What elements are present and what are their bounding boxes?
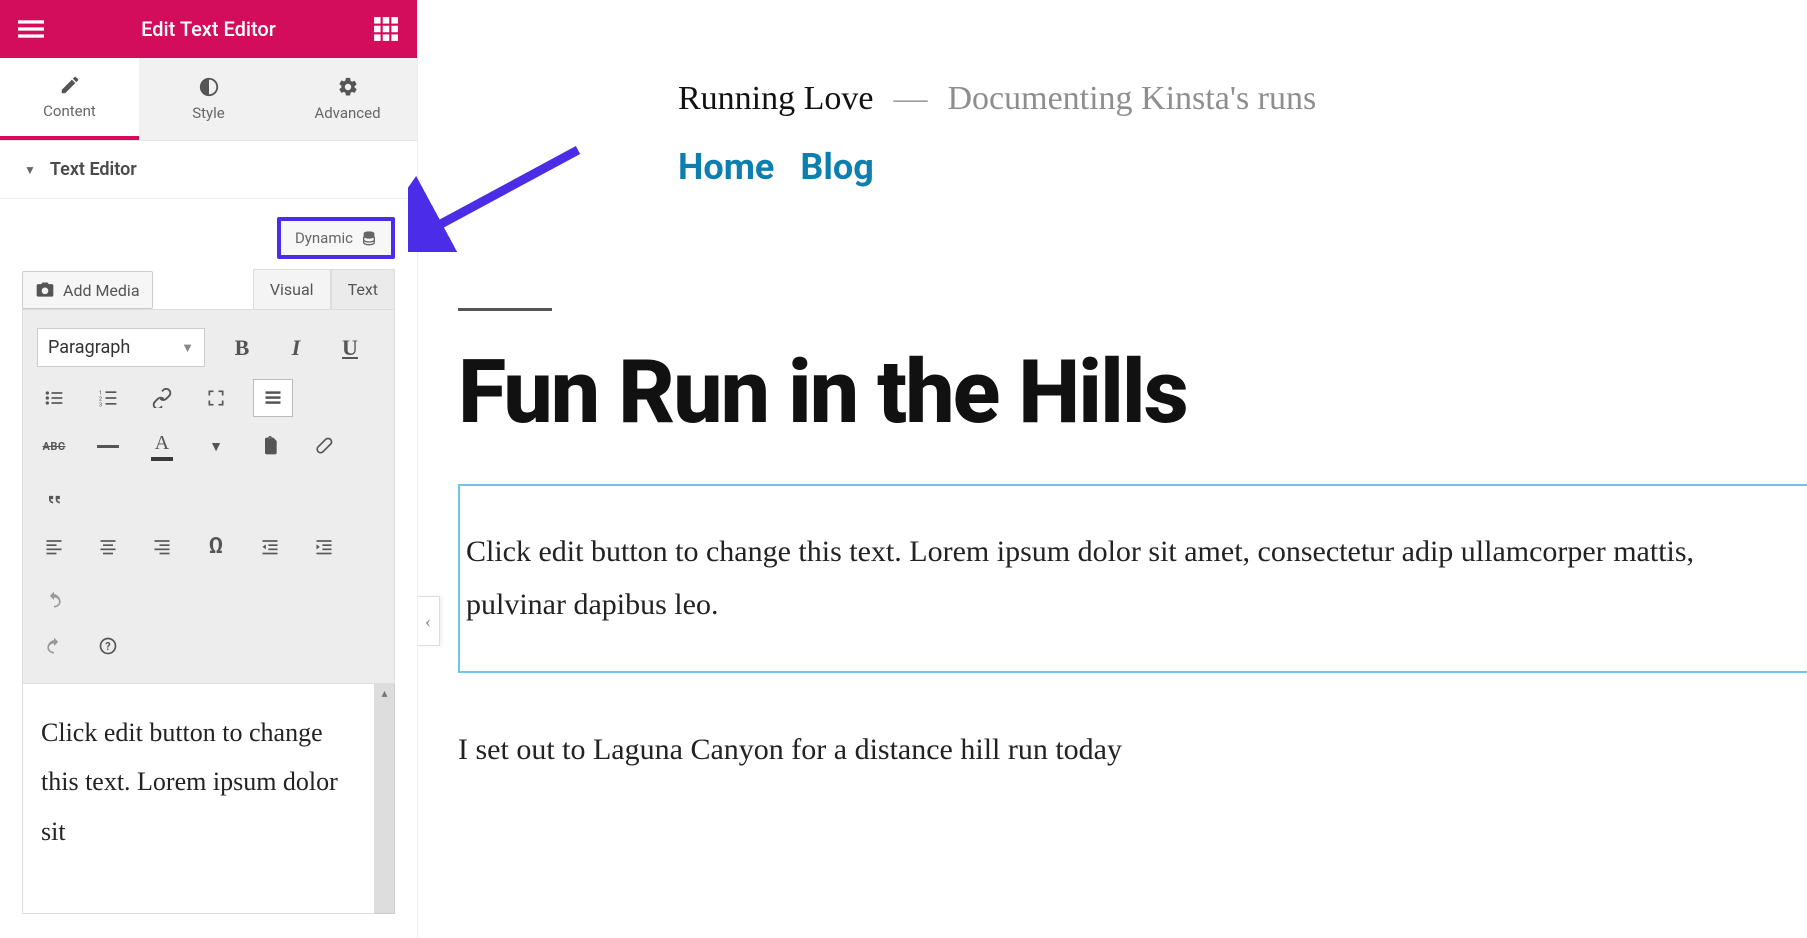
editor-tabs: Content Style Advanced bbox=[0, 58, 417, 141]
tab-content[interactable]: Content bbox=[0, 58, 139, 140]
align-center-button[interactable] bbox=[91, 529, 125, 563]
bulleted-list-button[interactable] bbox=[37, 381, 71, 415]
blockquote-button[interactable] bbox=[37, 483, 71, 517]
redo-button[interactable] bbox=[37, 629, 71, 663]
site-tagline: Documenting Kinsta's runs bbox=[947, 80, 1316, 118]
text-color-button[interactable]: A bbox=[145, 429, 179, 463]
post-paragraph: I set out to Laguna Canyon for a distanc… bbox=[458, 733, 1807, 767]
tab-style[interactable]: Style bbox=[139, 58, 278, 140]
sidebar-header: Edit Text Editor bbox=[0, 0, 417, 58]
format-select[interactable]: Paragraph ▼ bbox=[37, 328, 205, 367]
undo-button[interactable] bbox=[37, 583, 71, 617]
tab-advanced-label: Advanced bbox=[314, 104, 380, 122]
align-right-button[interactable] bbox=[145, 529, 179, 563]
bold-button[interactable]: B bbox=[225, 331, 259, 365]
underline-button[interactable]: U bbox=[333, 331, 367, 365]
format-select-label: Paragraph bbox=[48, 337, 130, 358]
add-media-label: Add Media bbox=[63, 281, 140, 300]
sidebar-title: Edit Text Editor bbox=[44, 17, 373, 41]
toolbar-toggle-button[interactable] bbox=[253, 379, 293, 417]
tab-style-label: Style bbox=[192, 104, 225, 122]
svg-text:3: 3 bbox=[99, 402, 102, 408]
gear-icon bbox=[337, 76, 359, 98]
indent-button[interactable] bbox=[307, 529, 341, 563]
caret-down-icon: ▼ bbox=[24, 163, 36, 177]
numbered-list-button[interactable]: 123 bbox=[91, 381, 125, 415]
tab-advanced[interactable]: Advanced bbox=[278, 58, 417, 140]
visual-text-tabs: Visual Text bbox=[253, 269, 395, 309]
italic-button[interactable]: I bbox=[279, 331, 313, 365]
align-left-button[interactable] bbox=[37, 529, 71, 563]
section-text-editor[interactable]: ▼ Text Editor bbox=[0, 141, 417, 199]
paste-button[interactable] bbox=[253, 429, 287, 463]
fullscreen-button[interactable] bbox=[199, 381, 233, 415]
selected-text-block[interactable]: Click edit button to change this text. L… bbox=[458, 484, 1807, 673]
link-button[interactable] bbox=[145, 381, 179, 415]
menu-icon[interactable] bbox=[18, 16, 44, 42]
add-media-button[interactable]: Add Media bbox=[22, 271, 153, 309]
section-title-label: Text Editor bbox=[50, 159, 137, 180]
site-nav: Home Blog bbox=[678, 146, 1807, 188]
strikethrough-button[interactable]: ABC bbox=[37, 429, 71, 463]
camera-music-icon bbox=[35, 280, 55, 300]
editor-textarea[interactable]: Click edit button to change this text. L… bbox=[22, 684, 375, 914]
outdent-button[interactable] bbox=[253, 529, 287, 563]
editor-scrollbar[interactable]: ▴ bbox=[375, 684, 395, 914]
editor-sidebar: Edit Text Editor Content Style Advanced … bbox=[0, 0, 418, 938]
site-title: Running Love bbox=[678, 80, 873, 118]
dynamic-button[interactable]: Dynamic bbox=[277, 217, 395, 259]
dynamic-label: Dynamic bbox=[295, 229, 353, 247]
svg-text:?: ? bbox=[105, 640, 110, 653]
horizontal-rule-button[interactable] bbox=[91, 429, 125, 463]
nav-home[interactable]: Home bbox=[678, 146, 774, 188]
help-button[interactable]: ? bbox=[91, 629, 125, 663]
post-title: Fun Run in the Hills bbox=[458, 341, 1807, 444]
text-color-dropdown[interactable]: ▼ bbox=[199, 429, 233, 463]
contrast-icon bbox=[198, 76, 220, 98]
wysiwyg-toolbar: Paragraph ▼ B I U 123 ABC A ▼ bbox=[22, 309, 395, 684]
tab-visual[interactable]: Visual bbox=[253, 269, 331, 309]
apps-grid-icon[interactable] bbox=[373, 16, 399, 42]
tab-content-label: Content bbox=[43, 102, 96, 120]
special-char-button[interactable]: Ω bbox=[199, 529, 233, 563]
chevron-down-icon: ▼ bbox=[181, 340, 194, 356]
post-divider bbox=[458, 308, 552, 311]
collapse-panel-button[interactable]: ‹ bbox=[418, 596, 440, 646]
tab-text[interactable]: Text bbox=[331, 269, 395, 309]
pencil-icon bbox=[59, 74, 81, 96]
database-icon bbox=[361, 230, 377, 246]
nav-blog[interactable]: Blog bbox=[800, 146, 873, 188]
site-header: Running Love — Documenting Kinsta's runs… bbox=[458, 80, 1807, 188]
site-separator: — bbox=[893, 80, 927, 118]
clear-formatting-button[interactable] bbox=[307, 429, 341, 463]
preview-canvas: ‹ Running Love — Documenting Kinsta's ru… bbox=[418, 0, 1807, 938]
